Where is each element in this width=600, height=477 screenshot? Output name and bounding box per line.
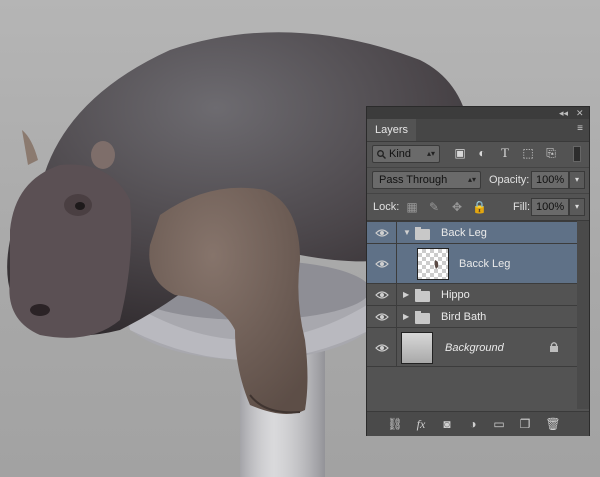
search-icon — [377, 150, 386, 159]
visibility-eye-icon[interactable] — [375, 259, 389, 269]
folder-icon — [415, 289, 430, 302]
tab-layers[interactable]: Layers — [367, 119, 417, 141]
fill-slider-button[interactable]: ▾ — [569, 198, 585, 216]
layer-row-hippo-group[interactable]: ▶ Hippo — [367, 283, 577, 305]
blend-mode-dropdown[interactable]: Pass Through ▴▾ — [372, 171, 481, 189]
fill-input[interactable]: 100% — [531, 198, 569, 216]
layer-thumbnail — [401, 332, 433, 364]
link-layers-icon[interactable]: ⛓ — [387, 417, 403, 431]
close-panel-icon[interactable]: ✕ — [576, 107, 584, 119]
folder-icon — [415, 311, 430, 324]
visibility-eye-icon[interactable] — [375, 312, 389, 322]
adjustment-layer-filter-icon[interactable]: ◐ — [475, 146, 489, 160]
fill-label: Fill: — [513, 201, 531, 213]
lock-transparent-pixels-icon[interactable]: ▦ — [405, 200, 419, 214]
smart-object-filter-icon[interactable]: ⎘ — [544, 146, 558, 160]
filter-toggle-switch[interactable] — [573, 146, 581, 162]
layer-row-bird-bath-group[interactable]: ▶ Bird Bath — [367, 305, 577, 327]
lock-image-pixels-icon[interactable]: ✎ — [427, 200, 441, 214]
adjustment-layer-icon[interactable]: ◑ — [465, 417, 481, 431]
folder-icon — [415, 227, 430, 240]
visibility-eye-icon[interactable] — [375, 290, 389, 300]
lock-row: Lock: ▦ ✎ ✥ 🔒 Fill: 100% ▾ — [367, 193, 589, 221]
shape-layer-filter-icon[interactable]: ⬚ — [521, 146, 535, 160]
lock-position-icon[interactable]: ✥ — [450, 200, 464, 214]
collapse-panel-icon[interactable]: ◂◂ — [559, 107, 568, 119]
panel-title-bar[interactable]: ◂◂ ✕ — [367, 107, 589, 119]
panel-tab-row: Layers ≡ — [367, 119, 589, 142]
layer-row-bacck-leg[interactable]: Bacck Leg — [367, 243, 577, 283]
layers-panel: ◂◂ ✕ Layers ≡ Kind ▴▾ ▣ ◐ T ⬚ ⎘ Pass Thr… — [366, 106, 590, 436]
chevron-updown-icon: ▴▾ — [467, 175, 476, 184]
lock-label: Lock: — [373, 201, 400, 213]
new-layer-icon[interactable]: ❐ — [517, 417, 533, 431]
lock-icon — [550, 342, 558, 352]
layer-row-back-leg-group[interactable]: ▼ Back Leg — [367, 221, 577, 243]
layer-list: ▼ Back Leg Bacck Leg ▶ Hippo ▶ Bird Bath… — [367, 221, 577, 409]
hippo-head — [9, 164, 132, 338]
layer-thumbnail — [417, 248, 449, 280]
expand-triangle-icon[interactable]: ▼ — [403, 228, 411, 237]
filter-row: Kind ▴▾ ▣ ◐ T ⬚ ⎘ — [367, 142, 589, 166]
layers-bottom-toolbar: ⛓ fx ◙ ◑ ▭ ❐ 🗑 — [367, 411, 589, 436]
lock-all-icon[interactable]: 🔒 — [472, 200, 487, 214]
hippo-ear — [22, 130, 38, 165]
add-mask-icon[interactable]: ◙ — [439, 417, 455, 431]
panel-menu-icon[interactable]: ≡ — [577, 123, 583, 134]
expand-triangle-icon[interactable]: ▶ — [403, 312, 409, 321]
layer-name: Bird Bath — [441, 311, 487, 323]
layer-name: Back Leg — [441, 227, 487, 239]
type-layer-filter-icon[interactable]: T — [498, 146, 512, 160]
visibility-eye-icon[interactable] — [375, 228, 389, 238]
opacity-input[interactable]: 100% — [531, 171, 569, 189]
layer-name: Hippo — [441, 289, 470, 301]
layer-row-background[interactable]: Background — [367, 327, 577, 367]
opacity-label: Opacity: — [489, 174, 530, 186]
blend-mode-value: Pass Through — [379, 174, 448, 186]
filter-kind-label: Kind — [389, 148, 412, 160]
blend-row: Pass Through ▴▾ Opacity: 100% ▾ — [367, 167, 589, 192]
filter-kind-dropdown[interactable]: Kind ▴▾ — [372, 145, 440, 163]
fx-layer-style-icon[interactable]: fx — [413, 417, 429, 431]
opacity-slider-button[interactable]: ▾ — [569, 171, 585, 189]
pixel-layer-filter-icon[interactable]: ▣ — [453, 146, 467, 160]
layer-list-scrollbar[interactable] — [577, 221, 589, 409]
visibility-eye-icon[interactable] — [375, 343, 389, 353]
trash-icon[interactable]: 🗑 — [545, 417, 561, 431]
expand-triangle-icon[interactable]: ▶ — [403, 290, 409, 299]
chevron-updown-icon: ▴▾ — [426, 149, 435, 158]
layer-name: Bacck Leg — [459, 258, 511, 270]
new-group-icon[interactable]: ▭ — [491, 417, 507, 431]
layer-name: Background — [445, 342, 504, 354]
